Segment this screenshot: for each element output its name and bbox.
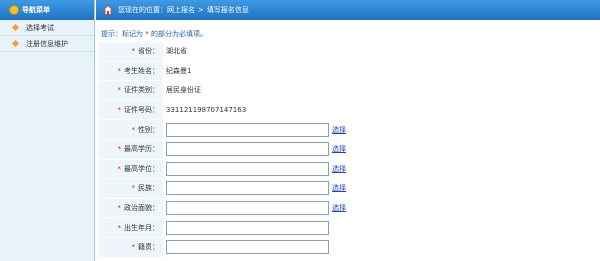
nav-item-label: 选择考试: [26, 23, 54, 32]
form-row-birth-date: * 出生年月：: [99, 218, 600, 238]
required-mark: *: [131, 184, 136, 193]
nav-item-label: 注册信息维护: [26, 39, 68, 48]
field-value: 居民身份证: [166, 86, 201, 95]
native-place-input[interactable]: [166, 240, 329, 255]
field-label: 性别：: [138, 125, 159, 134]
form-row-province: * 省份： 湖北省: [99, 42, 600, 62]
required-mark: *: [117, 204, 122, 213]
required-mark: *: [131, 125, 136, 134]
birth-date-input[interactable]: [166, 220, 329, 235]
breadcrumb-bar: 您现在的位置：网上报名 > 填写报名信息: [96, 0, 600, 20]
home-icon: [103, 5, 113, 15]
ethnicity-select-link[interactable]: 选择: [332, 183, 346, 193]
bullet-icon: [11, 23, 20, 32]
tip-star: *: [145, 30, 149, 38]
required-mark: *: [131, 243, 136, 252]
field-label: 政治面貌：: [124, 204, 159, 213]
nav-item-select-exam[interactable]: 选择考试: [0, 20, 94, 36]
field-label: 民族：: [138, 184, 159, 193]
field-label: 证件号码：: [124, 106, 159, 115]
required-mark: *: [117, 145, 122, 154]
tip-text-after: 的部分为必填项。: [150, 30, 207, 38]
registration-form: * 省份： 湖北省 * 考生姓名： 纪森曼1 * 证件类别： 居民身份证 * 证件号码：…: [99, 42, 600, 258]
form-row-id-type: * 证件类别： 居民身份证: [99, 81, 600, 101]
field-label: 省份：: [138, 47, 159, 56]
sidebar: 导航菜单 选择考试 注册信息维护: [0, 0, 95, 261]
political-status-select-link[interactable]: 选择: [332, 203, 346, 213]
required-tip: 提示：标记为 * 的部分为必填项。: [101, 29, 207, 39]
field-label: 最高学位：: [124, 164, 159, 173]
required-mark: *: [131, 47, 136, 56]
field-label: 出生年月：: [124, 223, 159, 232]
form-row-native-place: * 籍贯：: [99, 237, 600, 258]
breadcrumb-current: 填写报名信息: [206, 6, 249, 14]
education-select-link[interactable]: 选择: [332, 144, 346, 154]
gender-select-link[interactable]: 选择: [332, 125, 346, 135]
required-mark: *: [117, 86, 122, 95]
nav-title: 导航菜单: [22, 6, 50, 14]
field-value: 331121198707147163: [166, 106, 247, 115]
political-status-input[interactable]: [166, 201, 329, 216]
breadcrumb-separator: >: [198, 6, 204, 14]
form-row-gender: * 性别： 选择: [99, 120, 600, 140]
form-row-degree: * 最高学位： 选择: [99, 159, 600, 180]
nav-header: 导航菜单: [0, 0, 94, 20]
field-value: 纪森曼1: [166, 66, 192, 75]
bullet-icon: [11, 39, 20, 48]
form-row-political-status: * 政治面貌： 选择: [99, 198, 600, 219]
degree-input[interactable]: [166, 161, 329, 176]
gender-input[interactable]: [166, 122, 329, 137]
required-mark: *: [117, 106, 122, 115]
field-value: 湖北省: [166, 47, 187, 56]
nav-menu-icon: [9, 5, 19, 15]
education-input[interactable]: [166, 142, 329, 157]
breadcrumb-prefix: 您现在的位置：网上报名: [118, 6, 195, 14]
tip-text-before: 提示：标记为: [101, 30, 143, 38]
nav-item-registration-info[interactable]: 注册信息维护: [0, 36, 94, 52]
ethnicity-input[interactable]: [166, 181, 329, 196]
form-row-id-number: * 证件号码： 331121198707147163: [99, 100, 600, 121]
field-label: 最高学历：: [124, 145, 159, 154]
form-row-education: * 最高学历： 选择: [99, 139, 600, 160]
field-label: 考生姓名：: [124, 66, 159, 75]
form-row-name: * 考生姓名： 纪森曼1: [99, 61, 600, 82]
required-mark: *: [117, 223, 122, 232]
form-row-ethnicity: * 民族： 选择: [99, 179, 600, 199]
required-mark: *: [117, 164, 122, 173]
field-label: 籍贯：: [138, 243, 159, 252]
required-mark: *: [117, 66, 122, 75]
degree-select-link[interactable]: 选择: [332, 164, 346, 174]
field-label: 证件类别：: [124, 86, 159, 95]
